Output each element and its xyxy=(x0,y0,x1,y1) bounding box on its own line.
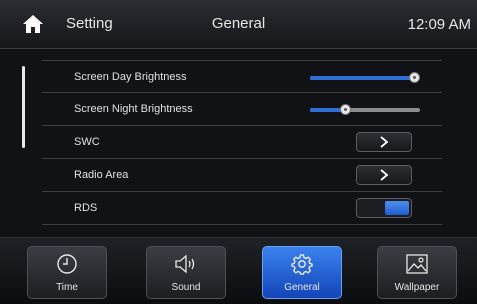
setting-label[interactable]: Setting xyxy=(66,15,113,32)
tab-time[interactable]: Time xyxy=(27,246,107,299)
night-brightness-knob[interactable] xyxy=(339,104,351,115)
speaker-icon xyxy=(147,253,225,275)
gear-icon xyxy=(263,253,341,275)
radio-area-button[interactable] xyxy=(356,165,412,185)
tab-sound[interactable]: Sound xyxy=(146,246,226,299)
row-night-brightness: Screen Night Brightness xyxy=(42,93,442,126)
chevron-right-icon xyxy=(380,136,389,148)
home-icon[interactable] xyxy=(22,14,44,34)
tab-general-label: General xyxy=(284,282,320,293)
tab-general[interactable]: General xyxy=(262,246,342,299)
settings-list: Screen Day Brightness Screen Night Brigh… xyxy=(42,60,442,225)
clock-icon xyxy=(28,253,106,275)
row-radio-area[interactable]: Radio Area xyxy=(42,159,442,192)
day-brightness-fill xyxy=(310,76,415,80)
tab-time-label: Time xyxy=(56,282,78,293)
rds-toggle-thumb xyxy=(385,201,409,215)
row-day-brightness: Screen Day Brightness xyxy=(42,60,442,93)
tab-wallpaper[interactable]: Wallpaper xyxy=(377,246,457,299)
day-brightness-label: Screen Day Brightness xyxy=(74,71,187,83)
row-swc[interactable]: SWC xyxy=(42,126,442,159)
rds-toggle[interactable] xyxy=(356,198,412,218)
night-brightness-label: Screen Night Brightness xyxy=(74,103,193,115)
night-brightness-slider[interactable] xyxy=(310,104,420,115)
tab-wallpaper-label: Wallpaper xyxy=(394,282,440,293)
bottom-tab-bar: Time Sound General Wallpaper xyxy=(0,237,477,304)
rds-label: RDS xyxy=(74,202,98,214)
image-icon xyxy=(378,253,456,275)
day-brightness-slider[interactable] xyxy=(310,72,420,83)
scrollbar[interactable] xyxy=(22,66,25,148)
clock: 12:09 AM xyxy=(407,16,471,33)
chevron-right-icon xyxy=(380,169,389,181)
row-rds: RDS xyxy=(42,192,442,225)
tab-sound-label: Sound xyxy=(171,282,201,293)
swc-label: SWC xyxy=(74,136,100,148)
top-bar: Setting General 12:09 AM xyxy=(0,0,477,49)
radio-area-label: Radio Area xyxy=(74,169,129,181)
swc-button[interactable] xyxy=(356,132,412,152)
day-brightness-knob[interactable] xyxy=(409,72,420,83)
